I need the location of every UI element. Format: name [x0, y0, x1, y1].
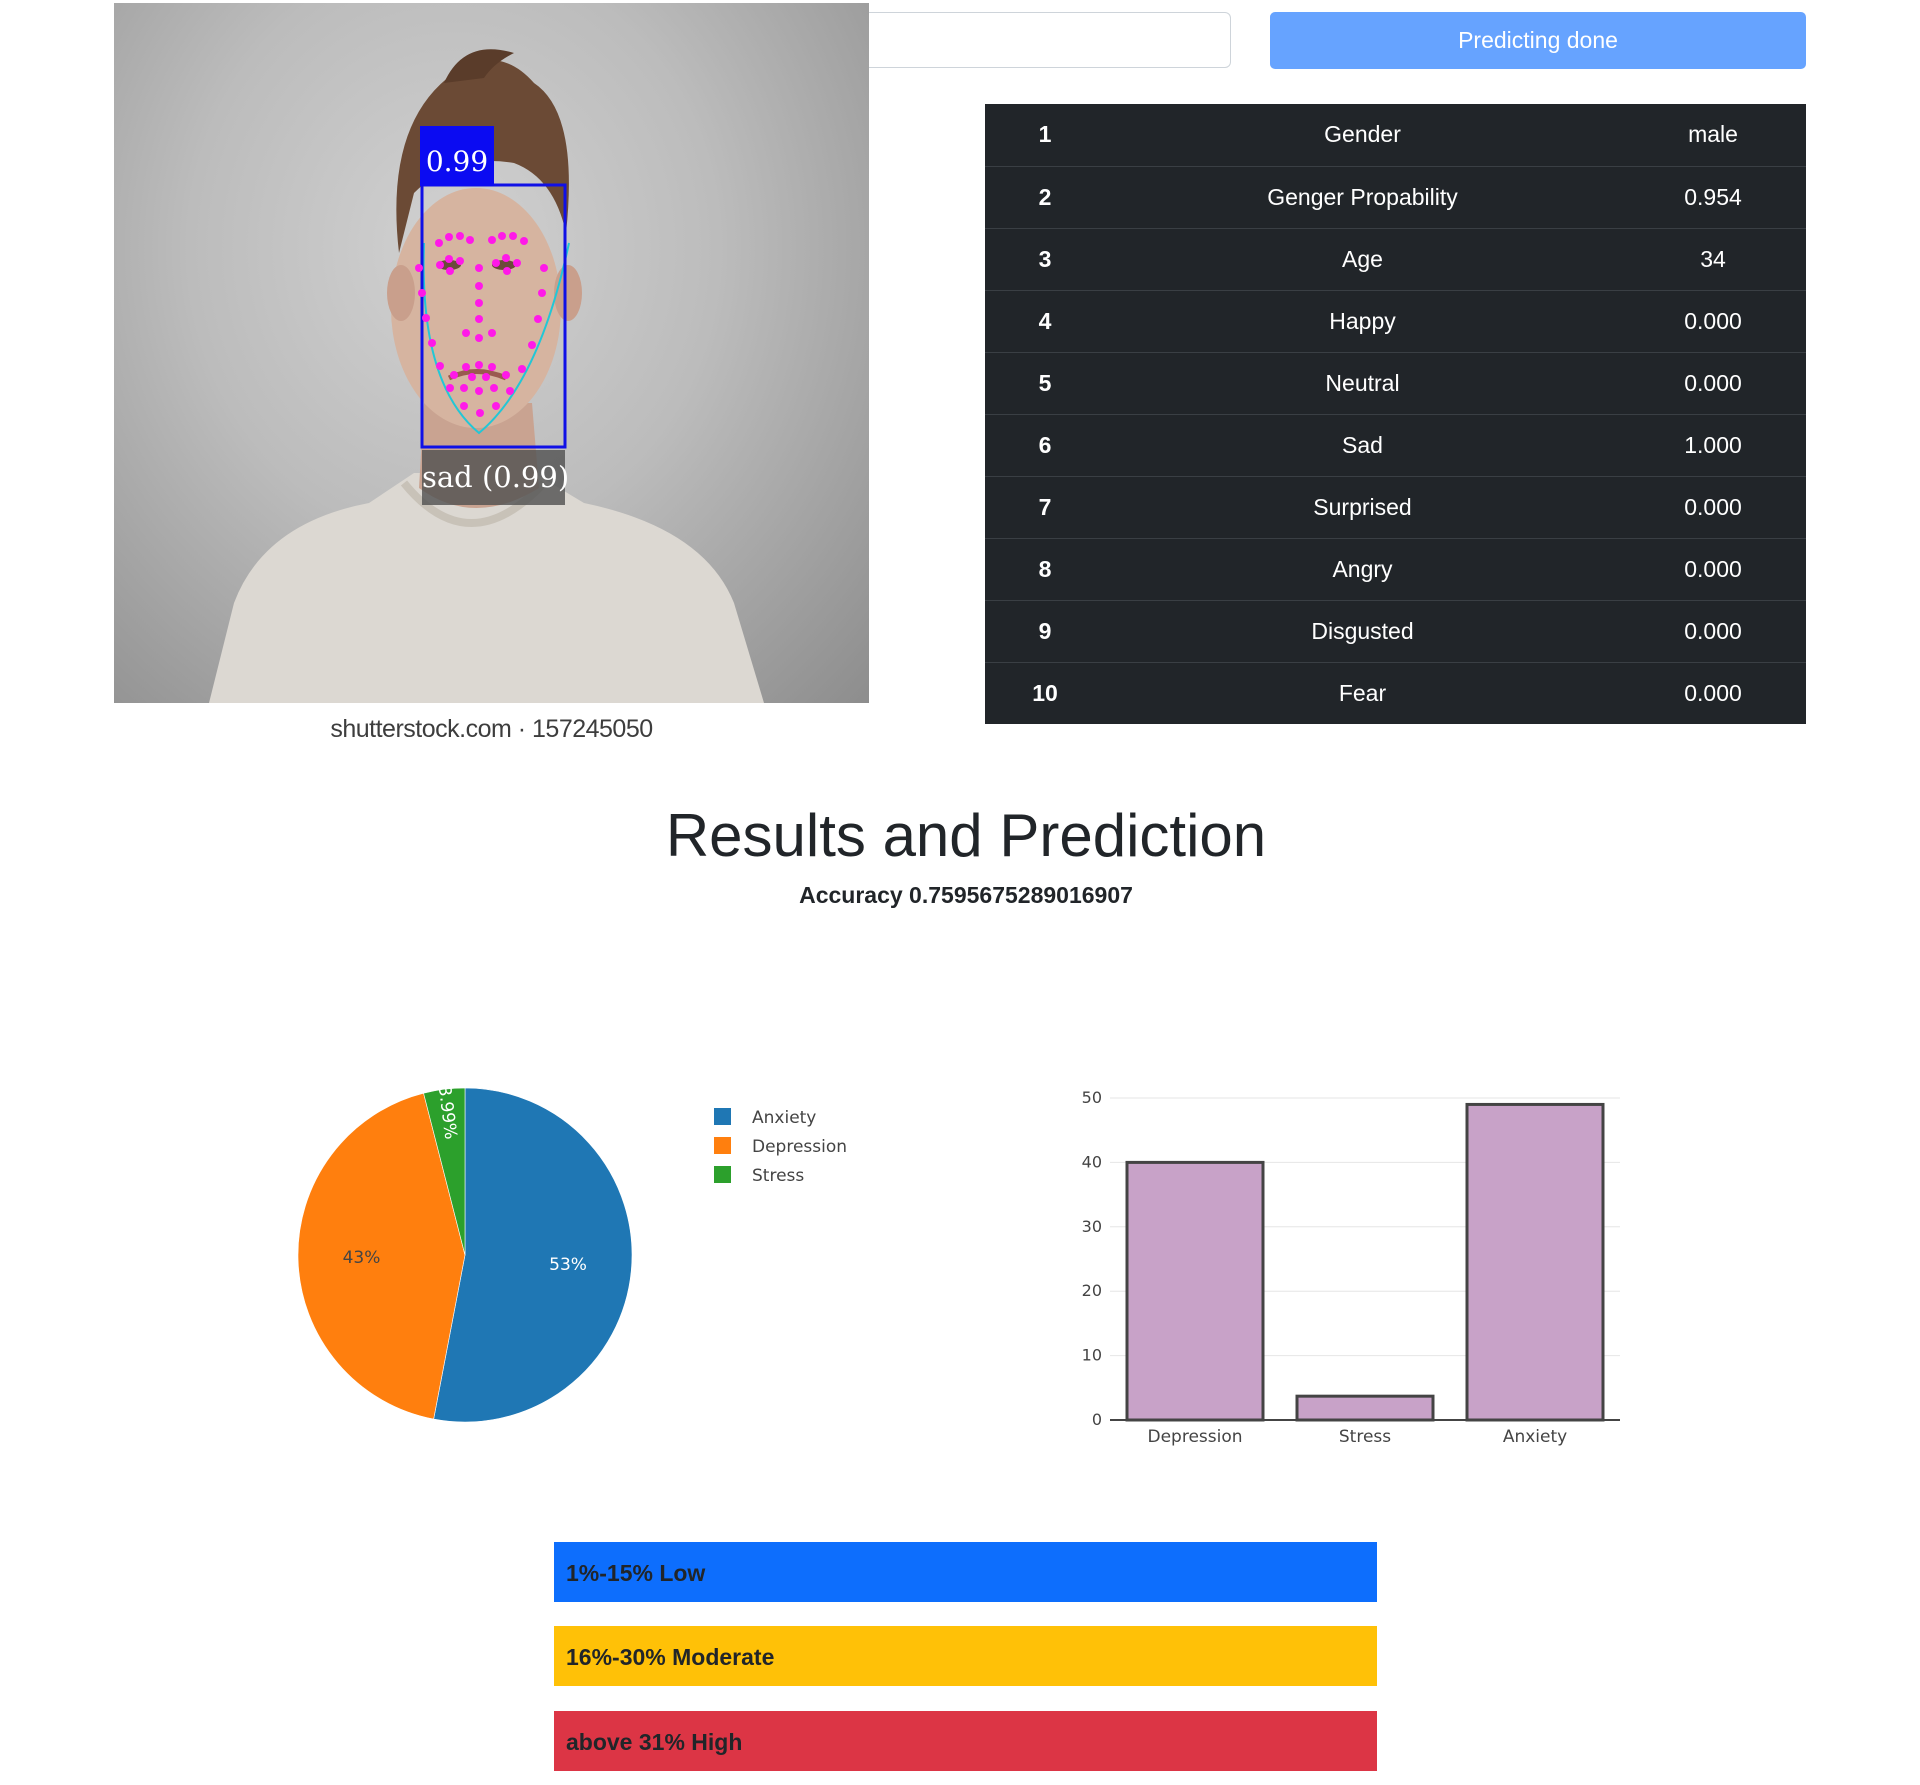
row-label: Fear: [1105, 661, 1620, 724]
row-index: 3: [985, 227, 1105, 290]
level-moderate-bar: 16%-30% Moderate: [554, 1626, 1377, 1686]
row-label: Angry: [1105, 537, 1620, 600]
row-index: 10: [985, 661, 1105, 724]
row-index: 6: [985, 413, 1105, 476]
row-label: Genger Propability: [1105, 165, 1620, 228]
row-label: Surprised: [1105, 475, 1620, 538]
row-index: 1: [1038, 121, 1052, 148]
bar-depression: [1125, 1160, 1265, 1422]
level-high-bar: above 31% High: [554, 1711, 1377, 1771]
row-value: 34: [1620, 227, 1806, 290]
legend-label: Anxiety: [752, 1108, 816, 1128]
legend-label: Stress: [752, 1166, 804, 1186]
table-row: 8 Angry 0.000: [985, 537, 1806, 600]
row-index: 2: [985, 165, 1105, 228]
table-row: 9 Disgusted 0.000: [985, 599, 1806, 662]
row-value: 0.000: [1620, 599, 1806, 662]
row-value: male: [1688, 121, 1738, 148]
bar-chart: 0 10 20 30 40 50 Depression Stress Anxiety: [1082, 1088, 1620, 1447]
face-emotion-label: sad (0.99): [422, 450, 569, 505]
photo-caption: shutterstock.com · 157245050: [330, 715, 653, 743]
legend-swatch: [714, 1108, 731, 1125]
row-label: Disgusted: [1105, 599, 1620, 662]
row-label: Sad: [1105, 413, 1620, 476]
face-confidence-label: 0.99: [420, 126, 494, 186]
row-index: 7: [985, 475, 1105, 538]
row-value: 0.000: [1620, 475, 1806, 538]
table-row: 6 Sad 1.000: [985, 413, 1806, 476]
accuracy-label: Accuracy 0.7595675289016907: [799, 882, 1133, 908]
row-label: Neutral: [1105, 351, 1620, 414]
results-title: Results and Prediction: [665, 802, 1267, 869]
y-tick-label: 0: [1092, 1410, 1102, 1429]
row-value: 0.000: [1620, 289, 1806, 352]
y-tick-label: 40: [1082, 1152, 1102, 1171]
y-tick-label: 20: [1082, 1281, 1102, 1300]
annotated-photo: 0.99 sad (0.99) shutterstock.com · 15724…: [114, 3, 869, 750]
x-tick-label: Stress: [1339, 1427, 1391, 1447]
table-row: 5 Neutral 0.000: [985, 351, 1806, 414]
table-row: 4 Happy 0.000: [985, 289, 1806, 352]
row-label: Gender: [1324, 121, 1401, 148]
row-value: 1.000: [1620, 413, 1806, 476]
legend-swatch: [714, 1137, 731, 1154]
row-value: 0.954: [1620, 165, 1806, 228]
table-row: 7 Surprised 0.000: [985, 475, 1806, 538]
table-row: 3 Age 34: [985, 227, 1806, 290]
x-tick-label: Depression: [1147, 1427, 1242, 1447]
predict-button[interactable]: Predicting done: [1270, 12, 1806, 69]
bar-stress: [1295, 1394, 1435, 1422]
table-row: 10 Fear 0.000: [985, 661, 1806, 724]
y-tick-label: 30: [1082, 1217, 1102, 1236]
row-index: 8: [985, 537, 1105, 600]
row-index: 4: [985, 289, 1105, 352]
y-tick-label: 10: [1082, 1346, 1102, 1365]
legend-label: Depression: [752, 1137, 847, 1157]
row-value: 0.000: [1620, 661, 1806, 724]
image-path-input[interactable]: [846, 12, 1231, 68]
y-tick-label: 50: [1082, 1088, 1102, 1107]
x-tick-label: Anxiety: [1503, 1427, 1567, 1447]
level-low-bar: 1%-15% Low: [554, 1542, 1377, 1602]
row-index: 9: [985, 599, 1105, 662]
pie-slice-label: 43%: [343, 1248, 381, 1268]
row-value: 0.000: [1620, 537, 1806, 600]
table-row: 1 Gender male: [985, 104, 1806, 166]
photo-illustration: [209, 49, 764, 703]
row-label: Age: [1105, 227, 1620, 290]
row-value: 0.000: [1620, 351, 1806, 414]
table-row: 2 Genger Propability 0.954: [985, 165, 1806, 228]
attributes-table: 1 Gender male 2 Genger Propability 0.954 3 Age 3…: [985, 104, 1806, 724]
row-label: Happy: [1105, 289, 1620, 352]
legend-swatch: [714, 1166, 731, 1183]
pie-slice-label: 53%: [549, 1255, 587, 1275]
pie-chart: 53%43%3.99% AnxietyDepressionStress: [297, 1084, 847, 1423]
bar-anxiety: [1465, 1102, 1605, 1422]
row-index: 5: [985, 351, 1105, 414]
